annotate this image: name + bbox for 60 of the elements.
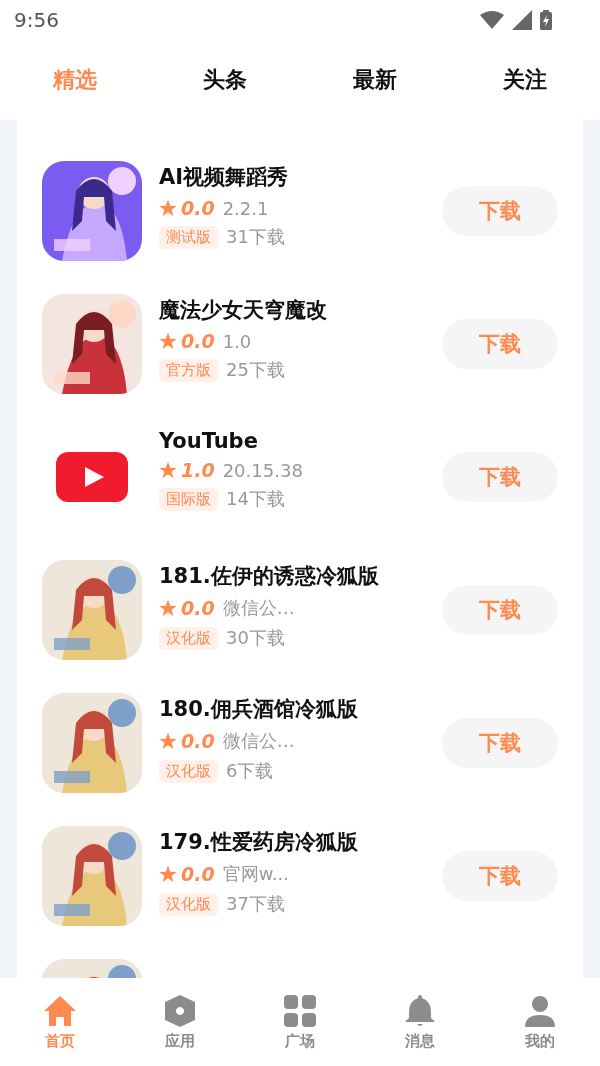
app-name: 180.佣兵酒馆冷狐版 — [159, 696, 359, 723]
star-icon — [159, 332, 177, 350]
edition-tag: 汉化版 — [159, 759, 218, 783]
star-icon — [159, 599, 177, 617]
download-count: 6下载 — [226, 759, 274, 783]
battery-icon — [540, 10, 552, 30]
download-count: 14下载 — [226, 487, 285, 511]
download-button[interactable]: 下载 — [442, 585, 558, 635]
wifi-icon — [480, 11, 504, 29]
download-button[interactable]: 下载 — [442, 718, 558, 768]
download-button[interactable]: 下载 — [442, 319, 558, 369]
download-button[interactable]: 下载 — [442, 452, 558, 502]
download-count: 31下载 — [226, 225, 285, 249]
version: 20.15.38 — [222, 459, 303, 481]
edition-tag: 官方版 — [159, 358, 218, 382]
bell-icon — [403, 993, 437, 1028]
edition-tag: 汉化版 — [159, 892, 218, 916]
star-icon — [159, 199, 177, 217]
edition-tag: 汉化版 — [159, 626, 218, 650]
download-button[interactable]: 下载 — [442, 851, 558, 901]
edition-tag: 国际版 — [159, 487, 218, 511]
tab[interactable]: 精选 — [0, 65, 150, 95]
download-button[interactable]: 下载 — [442, 186, 558, 236]
tab[interactable]: 头条 — [150, 65, 300, 95]
home-icon — [43, 993, 77, 1028]
rating: 0.0 — [181, 197, 215, 219]
edition-tag: 测试版 — [159, 225, 218, 249]
version: 微信公… — [222, 596, 295, 620]
app-name: YouTube — [159, 429, 259, 453]
download-count: 25下载 — [226, 358, 285, 382]
nav-tab[interactable]: 我的 — [480, 993, 600, 1051]
play-button-icon — [56, 452, 128, 502]
download-count: 37下载 — [226, 892, 285, 916]
rating: 1.0 — [181, 459, 215, 481]
star-icon — [159, 865, 177, 883]
star-icon — [159, 732, 177, 750]
download-count: 30下载 — [226, 626, 285, 650]
nav-tab[interactable]: 首页 — [0, 993, 120, 1051]
grid-icon — [283, 993, 317, 1028]
app-name: 181.佐伊的诱惑冷狐版 — [159, 563, 380, 590]
rating: 0.0 — [181, 863, 215, 885]
status-time: 9:56 — [14, 8, 59, 32]
rating: 0.0 — [181, 597, 215, 619]
version: 2.2.1 — [222, 197, 269, 219]
nav-tab[interactable]: 广场 — [240, 993, 360, 1051]
star-icon — [159, 461, 177, 479]
signal-icon — [512, 10, 532, 30]
tab[interactable]: 最新 — [300, 65, 450, 95]
version: 微信公… — [222, 729, 295, 753]
nav-tab[interactable]: 消息 — [360, 993, 480, 1051]
rating: 0.0 — [181, 330, 215, 352]
version: 1.0 — [222, 330, 252, 352]
rating: 0.0 — [181, 730, 215, 752]
tab[interactable]: 关注 — [450, 65, 600, 95]
nav-tab[interactable]: 应用 — [120, 993, 240, 1051]
person-icon — [523, 993, 557, 1028]
app-name: AI视频舞蹈秀 — [159, 164, 290, 191]
app-name: 魔法少女天穹魔改 — [159, 297, 328, 324]
version: 官网w... — [222, 862, 289, 886]
app-name: 179.性爱药房冷狐版 — [159, 829, 359, 856]
